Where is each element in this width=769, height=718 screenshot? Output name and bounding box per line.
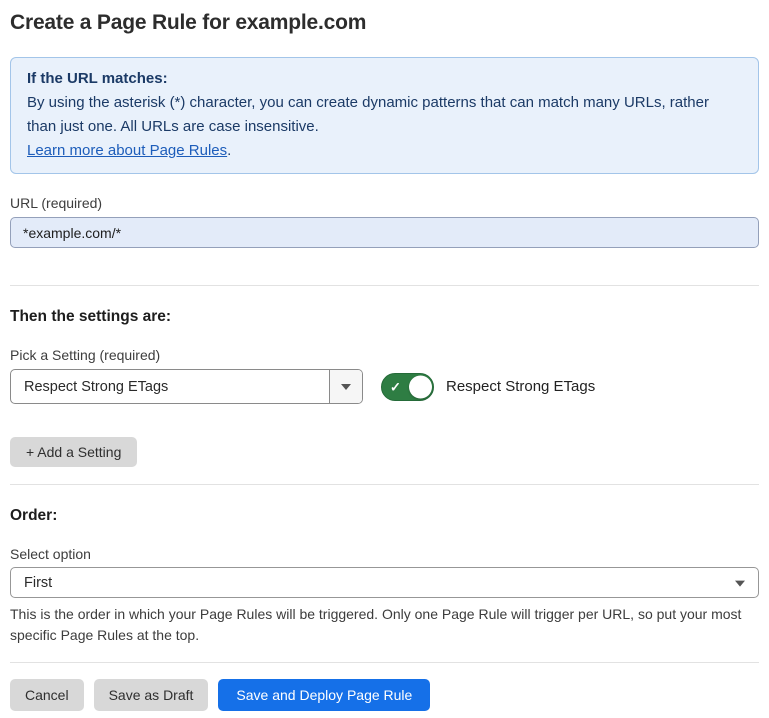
url-field-label: URL (required) — [10, 195, 759, 212]
save-as-draft-button[interactable]: Save as Draft — [94, 679, 209, 711]
add-setting-button[interactable]: + Add a Setting — [10, 437, 137, 467]
divider — [10, 662, 759, 663]
order-section-heading: Order: — [10, 506, 759, 525]
info-box-body: By using the asterisk (*) character, you… — [27, 91, 742, 139]
cancel-button[interactable]: Cancel — [10, 679, 84, 711]
learn-more-link[interactable]: Learn more about Page Rules — [27, 142, 227, 159]
check-icon: ✓ — [390, 380, 401, 393]
setting-toggle[interactable]: ✓ — [381, 373, 434, 401]
url-match-info-box: If the URL matches: By using the asteris… — [10, 57, 759, 174]
chevron-down-icon — [735, 580, 745, 586]
divider — [10, 285, 759, 286]
order-help-text: This is the order in which your Page Rul… — [10, 604, 750, 646]
info-box-heading: If the URL matches: — [27, 67, 742, 91]
order-select-label: Select option — [10, 546, 759, 563]
setting-row: Respect Strong ETags ✓ Respect Strong ET… — [10, 369, 759, 404]
save-and-deploy-button[interactable]: Save and Deploy Page Rule — [218, 679, 430, 711]
setting-select-value: Respect Strong ETags — [11, 370, 329, 403]
divider — [10, 484, 759, 485]
link-suffix: . — [227, 142, 231, 159]
dropdown-arrow-icon — [341, 384, 351, 390]
page-title: Create a Page Rule for example.com — [10, 0, 759, 36]
setting-picker-label: Pick a Setting (required) — [10, 347, 759, 364]
url-input[interactable] — [10, 217, 759, 248]
order-select-value: First — [24, 575, 52, 591]
footer-actions: Cancel Save as Draft Save and Deploy Pag… — [10, 679, 759, 711]
toggle-label: Respect Strong ETags — [446, 378, 595, 395]
setting-select[interactable]: Respect Strong ETags — [10, 369, 363, 404]
settings-section-heading: Then the settings are: — [10, 307, 759, 326]
info-box-link-line: Learn more about Page Rules. — [27, 139, 742, 163]
order-select[interactable]: First — [10, 567, 759, 598]
setting-select-arrow-button[interactable] — [329, 370, 362, 403]
create-page-rule-form: Create a Page Rule for example.com If th… — [0, 0, 769, 718]
toggle-knob — [409, 375, 432, 398]
